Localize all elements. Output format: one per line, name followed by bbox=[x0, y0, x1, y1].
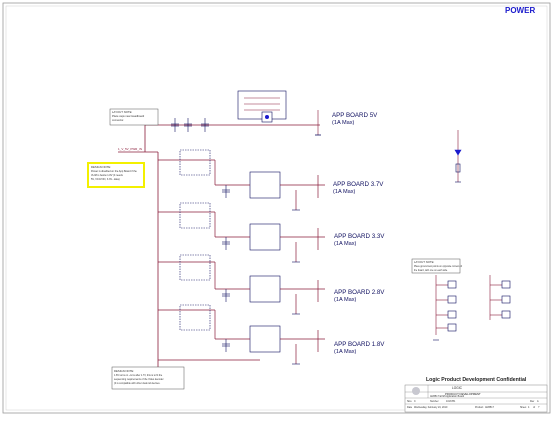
sheet-inner-border bbox=[5, 5, 548, 411]
company-size: C bbox=[414, 400, 416, 403]
page-title: POWER bbox=[505, 6, 535, 15]
layout-note-right: LAYOUT NOTE: Place ground test points on… bbox=[411, 258, 462, 274]
company-product-label: Product bbox=[475, 406, 484, 409]
notes-layout-right-1: Place ground test points on opposite cor… bbox=[414, 265, 462, 268]
rail-label-2v8: APP BOARD 2.8V bbox=[334, 289, 385, 296]
decoupling-caps bbox=[222, 185, 300, 365]
notes-layout-right-0: LAYOUT NOTE: bbox=[414, 260, 434, 264]
rail-label-3v3: APP BOARD 3.3V bbox=[334, 233, 385, 240]
confidential-banner: Logic Product Development Confidential bbox=[426, 377, 527, 383]
sheet-border bbox=[2, 2, 551, 414]
company-sheet-label: Sheet bbox=[520, 406, 527, 409]
rail-label-3v7: APP BOARD 3.7V bbox=[333, 181, 384, 188]
regulator-wires bbox=[214, 160, 325, 364]
rail-rating-3v3: (1A Max) bbox=[334, 241, 357, 247]
notes-design-bottom-3: (It is compatible with other dual rail d… bbox=[114, 382, 161, 385]
company-date-label: Date bbox=[407, 406, 413, 409]
rail-rating-1v8: (1A Max) bbox=[334, 349, 357, 355]
layout-note-top: LAYOUT NOTE: Place caps near Headboard c… bbox=[109, 108, 159, 126]
rail-rating-3v7: (1A Max) bbox=[333, 189, 356, 195]
company-name: LOGIC bbox=[452, 386, 463, 390]
input-net-label: 1_V_5V_PWR_IN bbox=[118, 147, 142, 151]
rail-label-1v8: APP BOARD 1.8V bbox=[334, 341, 385, 348]
schematic-sheet: POWER 1_V_5V_PWR_IN APP BOARD 5V (1A Max… bbox=[0, 0, 553, 416]
rail-labels: APP BOARD 5V (1A Max) APP BOARD 3.7V (1A… bbox=[332, 112, 385, 355]
notes-design-top-0: DESIGN NOTE: bbox=[91, 165, 111, 169]
rail-rating-2v8: (1A Max) bbox=[334, 297, 357, 303]
rail-label-5v: APP BOARD 5V bbox=[332, 112, 378, 119]
company-date: Wednesday, February 24, 2010 bbox=[414, 406, 448, 409]
notes-design-bottom-1: 1.8V turns on ~1ms after 1.7V, this is t… bbox=[114, 374, 163, 377]
notes-design-top-2: VLIM is below 1.8V (It needs bbox=[91, 174, 124, 177]
notes-layout-top-1: Place caps near Headboard bbox=[112, 114, 145, 118]
notes-design-bottom-0: DESIGN NOTE: bbox=[114, 369, 134, 373]
notes-design-bottom-2: sequencing requirements of the Video dec… bbox=[114, 378, 164, 381]
led-indicator-circuit bbox=[454, 130, 462, 183]
design-note-top: DESIGN NOTE: Power is disabled on the Ap… bbox=[87, 162, 145, 188]
company-doc-title: AM3517 EVM Application Board bbox=[430, 395, 465, 398]
company-number-label: Number bbox=[430, 400, 439, 403]
schematic-drawing: POWER 1_V_5V_PWR_IN APP BOARD 5V (1A Max… bbox=[2, 2, 551, 414]
regulator-blocks bbox=[179, 149, 281, 353]
company-size-label: Size bbox=[407, 400, 412, 403]
notes-layout-top-0: LAYOUT NOTE: bbox=[112, 110, 132, 114]
notes-design-top-1: Power is disabled on the App Board if th… bbox=[91, 170, 137, 173]
rail-5v-block bbox=[171, 90, 321, 136]
notes-layout-top-2: connector. bbox=[112, 118, 124, 122]
company-number: 1013781 bbox=[446, 400, 456, 403]
design-note-bottom: DESIGN NOTE: 1.8V turns on ~1ms after 1.… bbox=[111, 366, 185, 390]
rail-rating-5v: (1A Max) bbox=[332, 120, 355, 126]
ground-test-points bbox=[433, 275, 511, 341]
notes-design-top-3: 5V, VCC/VIO, 3.3V...data) bbox=[91, 178, 120, 181]
notes-layout-right-2: the board, with one on each side. bbox=[414, 269, 448, 272]
company-logo-icon bbox=[412, 387, 420, 395]
company-of-label: of bbox=[533, 406, 535, 409]
company-product: AM3517 bbox=[485, 406, 495, 409]
